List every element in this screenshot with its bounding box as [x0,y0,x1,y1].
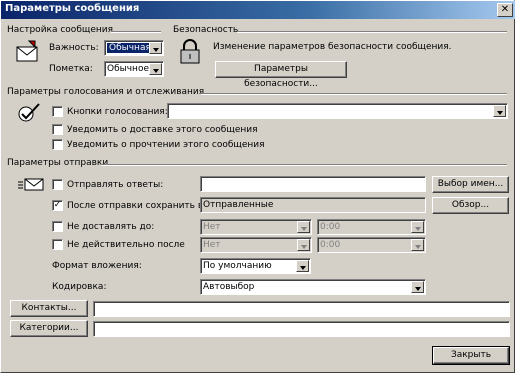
chevron-down-icon[interactable] [149,42,162,54]
window-title: Параметры сообщения [5,3,140,14]
expires-date-dropdown: Нет [200,237,312,253]
delivery-envelope-icon [18,178,44,191]
expires-label[interactable]: Не действительно после [67,240,185,250]
read-receipt-checkbox[interactable] [52,139,63,150]
lock-icon [180,39,200,64]
security-title: Безопасность [173,25,242,35]
no-deliver-time-dropdown: 0:00 [317,219,426,235]
expires-checkbox[interactable] [52,239,63,250]
sensitivity-dropdown[interactable]: Обычное [104,61,164,77]
delivery-receipt-checkbox[interactable] [52,124,63,135]
save-sent-label[interactable]: После отправки сохранить в: [67,201,206,211]
delivery-options-separator [101,164,507,166]
security-separator [237,31,507,33]
save-sent-checkbox[interactable]: ✓ [52,200,63,211]
chevron-down-icon[interactable] [296,260,309,272]
contacts-input[interactable] [93,301,510,317]
replies-checkbox[interactable] [52,179,63,190]
importance-dropdown[interactable]: Обычная [104,40,164,56]
no-deliver-date-dropdown: Нет [200,219,312,235]
chevron-down-icon[interactable] [493,105,506,117]
voting-checkmark-icon [18,103,40,122]
replies-input[interactable] [200,176,426,192]
chevron-down-icon[interactable] [149,63,162,75]
select-names-button[interactable]: Выбор имен... [432,176,509,193]
security-settings-button[interactable]: Параметры безопасности... [215,61,347,89]
chevron-down-icon [297,239,310,251]
voting-tracking-title: Параметры голосования и отслеживания [7,87,208,97]
chevron-down-icon [411,221,424,233]
title-bar[interactable]: Параметры сообщения ✕ [1,1,515,19]
chevron-down-icon [411,239,424,251]
message-options-dialog: Параметры сообщения ✕ Настройка сообщени… [0,0,515,373]
attachment-format-dropdown[interactable]: По умолчанию [200,258,311,274]
importance-label: Важность: [49,43,99,53]
delivery-options-title: Параметры отправки [7,158,112,168]
no-deliver-checkbox[interactable] [52,221,63,232]
contacts-button[interactable]: Контакты... [10,300,88,317]
expires-time-dropdown: 0:00 [317,237,426,253]
categories-button[interactable]: Категории... [10,320,88,337]
encoding-label: Кодировка: [52,282,107,292]
encoding-dropdown[interactable]: Автовыбор [200,279,426,295]
chevron-down-icon[interactable] [411,281,424,293]
voting-buttons-dropdown[interactable] [167,103,508,119]
envelope-icon [16,40,38,62]
security-description: Изменение параметров безопасности сообще… [213,42,452,52]
close-button[interactable]: Закрыть [432,346,510,365]
voting-buttons-label[interactable]: Кнопки голосования: [67,107,168,117]
voting-tracking-separator [201,93,507,95]
message-settings-title: Настройка сообщения [7,25,117,35]
delivery-receipt-label[interactable]: Уведомить о доставке этого сообщения [67,125,258,135]
replies-label[interactable]: Отправлять ответы: [67,180,163,190]
save-sent-folder-field: Отправленные [200,197,426,213]
sensitivity-label: Пометка: [49,64,93,74]
no-deliver-label[interactable]: Не доставлять до: [67,222,154,232]
voting-buttons-checkbox[interactable] [52,106,63,117]
browse-button[interactable]: Обзор... [432,197,509,214]
chevron-down-icon [297,221,310,233]
categories-input[interactable] [93,321,510,337]
attachment-format-label: Формат вложения: [52,261,142,271]
message-settings-separator [111,31,161,33]
close-window-button[interactable]: ✕ [497,3,513,17]
read-receipt-label[interactable]: Уведомить о прочтении этого сообщения [67,140,265,150]
